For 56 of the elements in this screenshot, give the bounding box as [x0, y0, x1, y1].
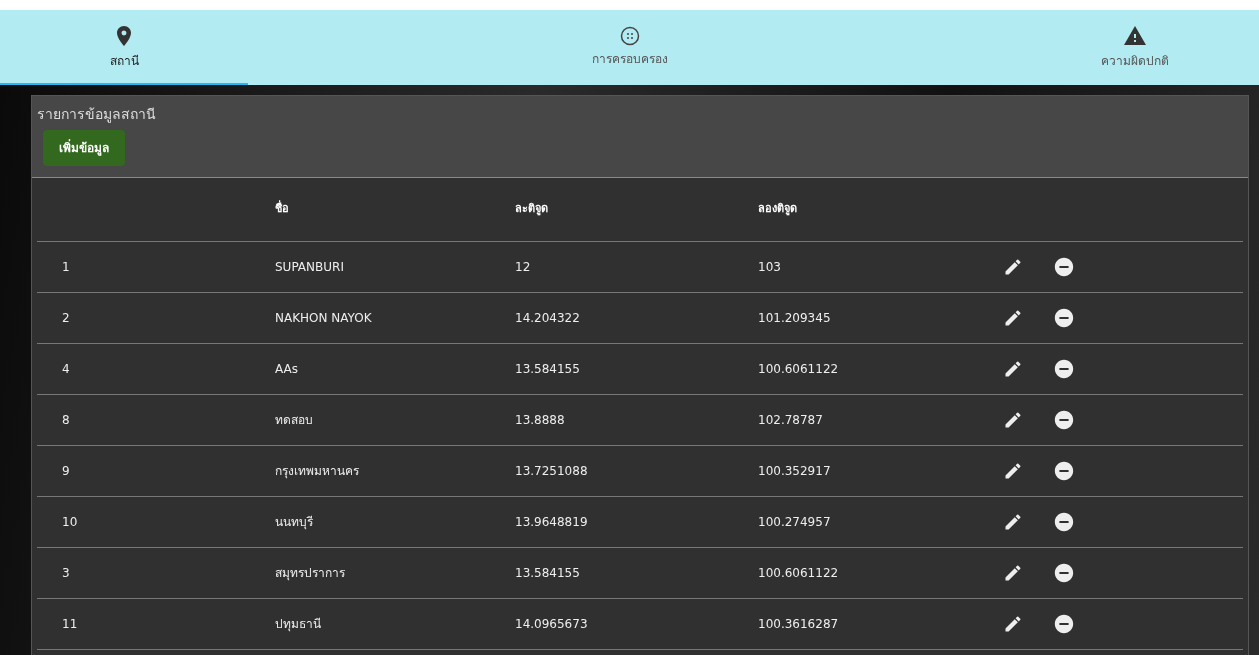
- edit-icon[interactable]: [1003, 563, 1023, 583]
- table-cell: AAs: [275, 362, 298, 376]
- table-cell: NAKHON NAYOK: [275, 311, 372, 325]
- table-cell: 100.3616287: [758, 617, 839, 631]
- table-cell: 100.352917: [758, 464, 831, 478]
- remove-icon[interactable]: [1053, 511, 1075, 533]
- table-cell: 1: [62, 260, 70, 274]
- table-cell: 13.9648819: [515, 515, 588, 529]
- table-cell: 100.274957: [758, 515, 831, 529]
- table-cell: 13.584155: [515, 566, 580, 580]
- table-cell: ทดสอบ: [275, 413, 313, 427]
- table-cell: 100.6061122: [758, 362, 839, 376]
- table-cell: SUPANBURI: [275, 260, 344, 274]
- remove-icon[interactable]: [1053, 613, 1075, 635]
- column-header: ละติจูด: [515, 202, 548, 216]
- table-cell: ปทุมธานี: [275, 617, 321, 631]
- remove-icon[interactable]: [1053, 562, 1075, 584]
- table-cell: 3: [62, 566, 70, 580]
- table-cell: 14.204322: [515, 311, 580, 325]
- table-cell: 13.8888: [515, 413, 565, 427]
- table-cell: 103: [758, 260, 781, 274]
- edit-icon[interactable]: [1003, 512, 1023, 532]
- column-header: ชื่อ: [275, 202, 289, 216]
- table-cell: 101.209345: [758, 311, 831, 325]
- table-cell: 2: [62, 311, 70, 325]
- edit-icon[interactable]: [1003, 359, 1023, 379]
- table-cell: 4: [62, 362, 70, 376]
- table-cell: 12: [515, 260, 531, 274]
- column-header: ลองติจูด: [758, 202, 797, 216]
- table-cell: 13.584155: [515, 362, 580, 376]
- tab[interactable]: ความผิดปกติ: [1011, 10, 1259, 85]
- edit-icon[interactable]: [1003, 410, 1023, 430]
- add-button[interactable]: เพิ่มข้อมูล: [43, 130, 125, 166]
- table-cell: 9: [62, 464, 70, 478]
- table-cell: 102.78787: [758, 413, 823, 427]
- remove-icon[interactable]: [1053, 358, 1075, 380]
- table-cell: 100.6061122: [758, 566, 839, 580]
- remove-icon[interactable]: [1053, 256, 1075, 278]
- table-cell: 13.7251088: [515, 464, 588, 478]
- edit-icon[interactable]: [1003, 308, 1023, 328]
- edit-icon[interactable]: [1003, 461, 1023, 481]
- table-cell: นนทบุรี: [275, 515, 313, 529]
- table-cell: กรุงเทพมหานคร: [275, 464, 359, 478]
- remove-icon[interactable]: [1053, 409, 1075, 431]
- table-cell: 10: [62, 515, 78, 529]
- remove-icon[interactable]: [1053, 307, 1075, 329]
- table-cell: 14.0965673: [515, 617, 588, 631]
- dots-circle-icon: [619, 25, 640, 46]
- table-cell: 8: [62, 413, 70, 427]
- tab[interactable]: การครอบครอง: [248, 10, 1011, 85]
- edit-icon[interactable]: [1003, 257, 1023, 277]
- table-cell: สมุทรปราการ: [275, 566, 345, 580]
- edit-icon[interactable]: [1003, 614, 1023, 634]
- table-cell: 11: [62, 617, 78, 631]
- panel-title: รายการข้อมูลสถานี: [37, 105, 157, 125]
- remove-icon[interactable]: [1053, 460, 1075, 482]
